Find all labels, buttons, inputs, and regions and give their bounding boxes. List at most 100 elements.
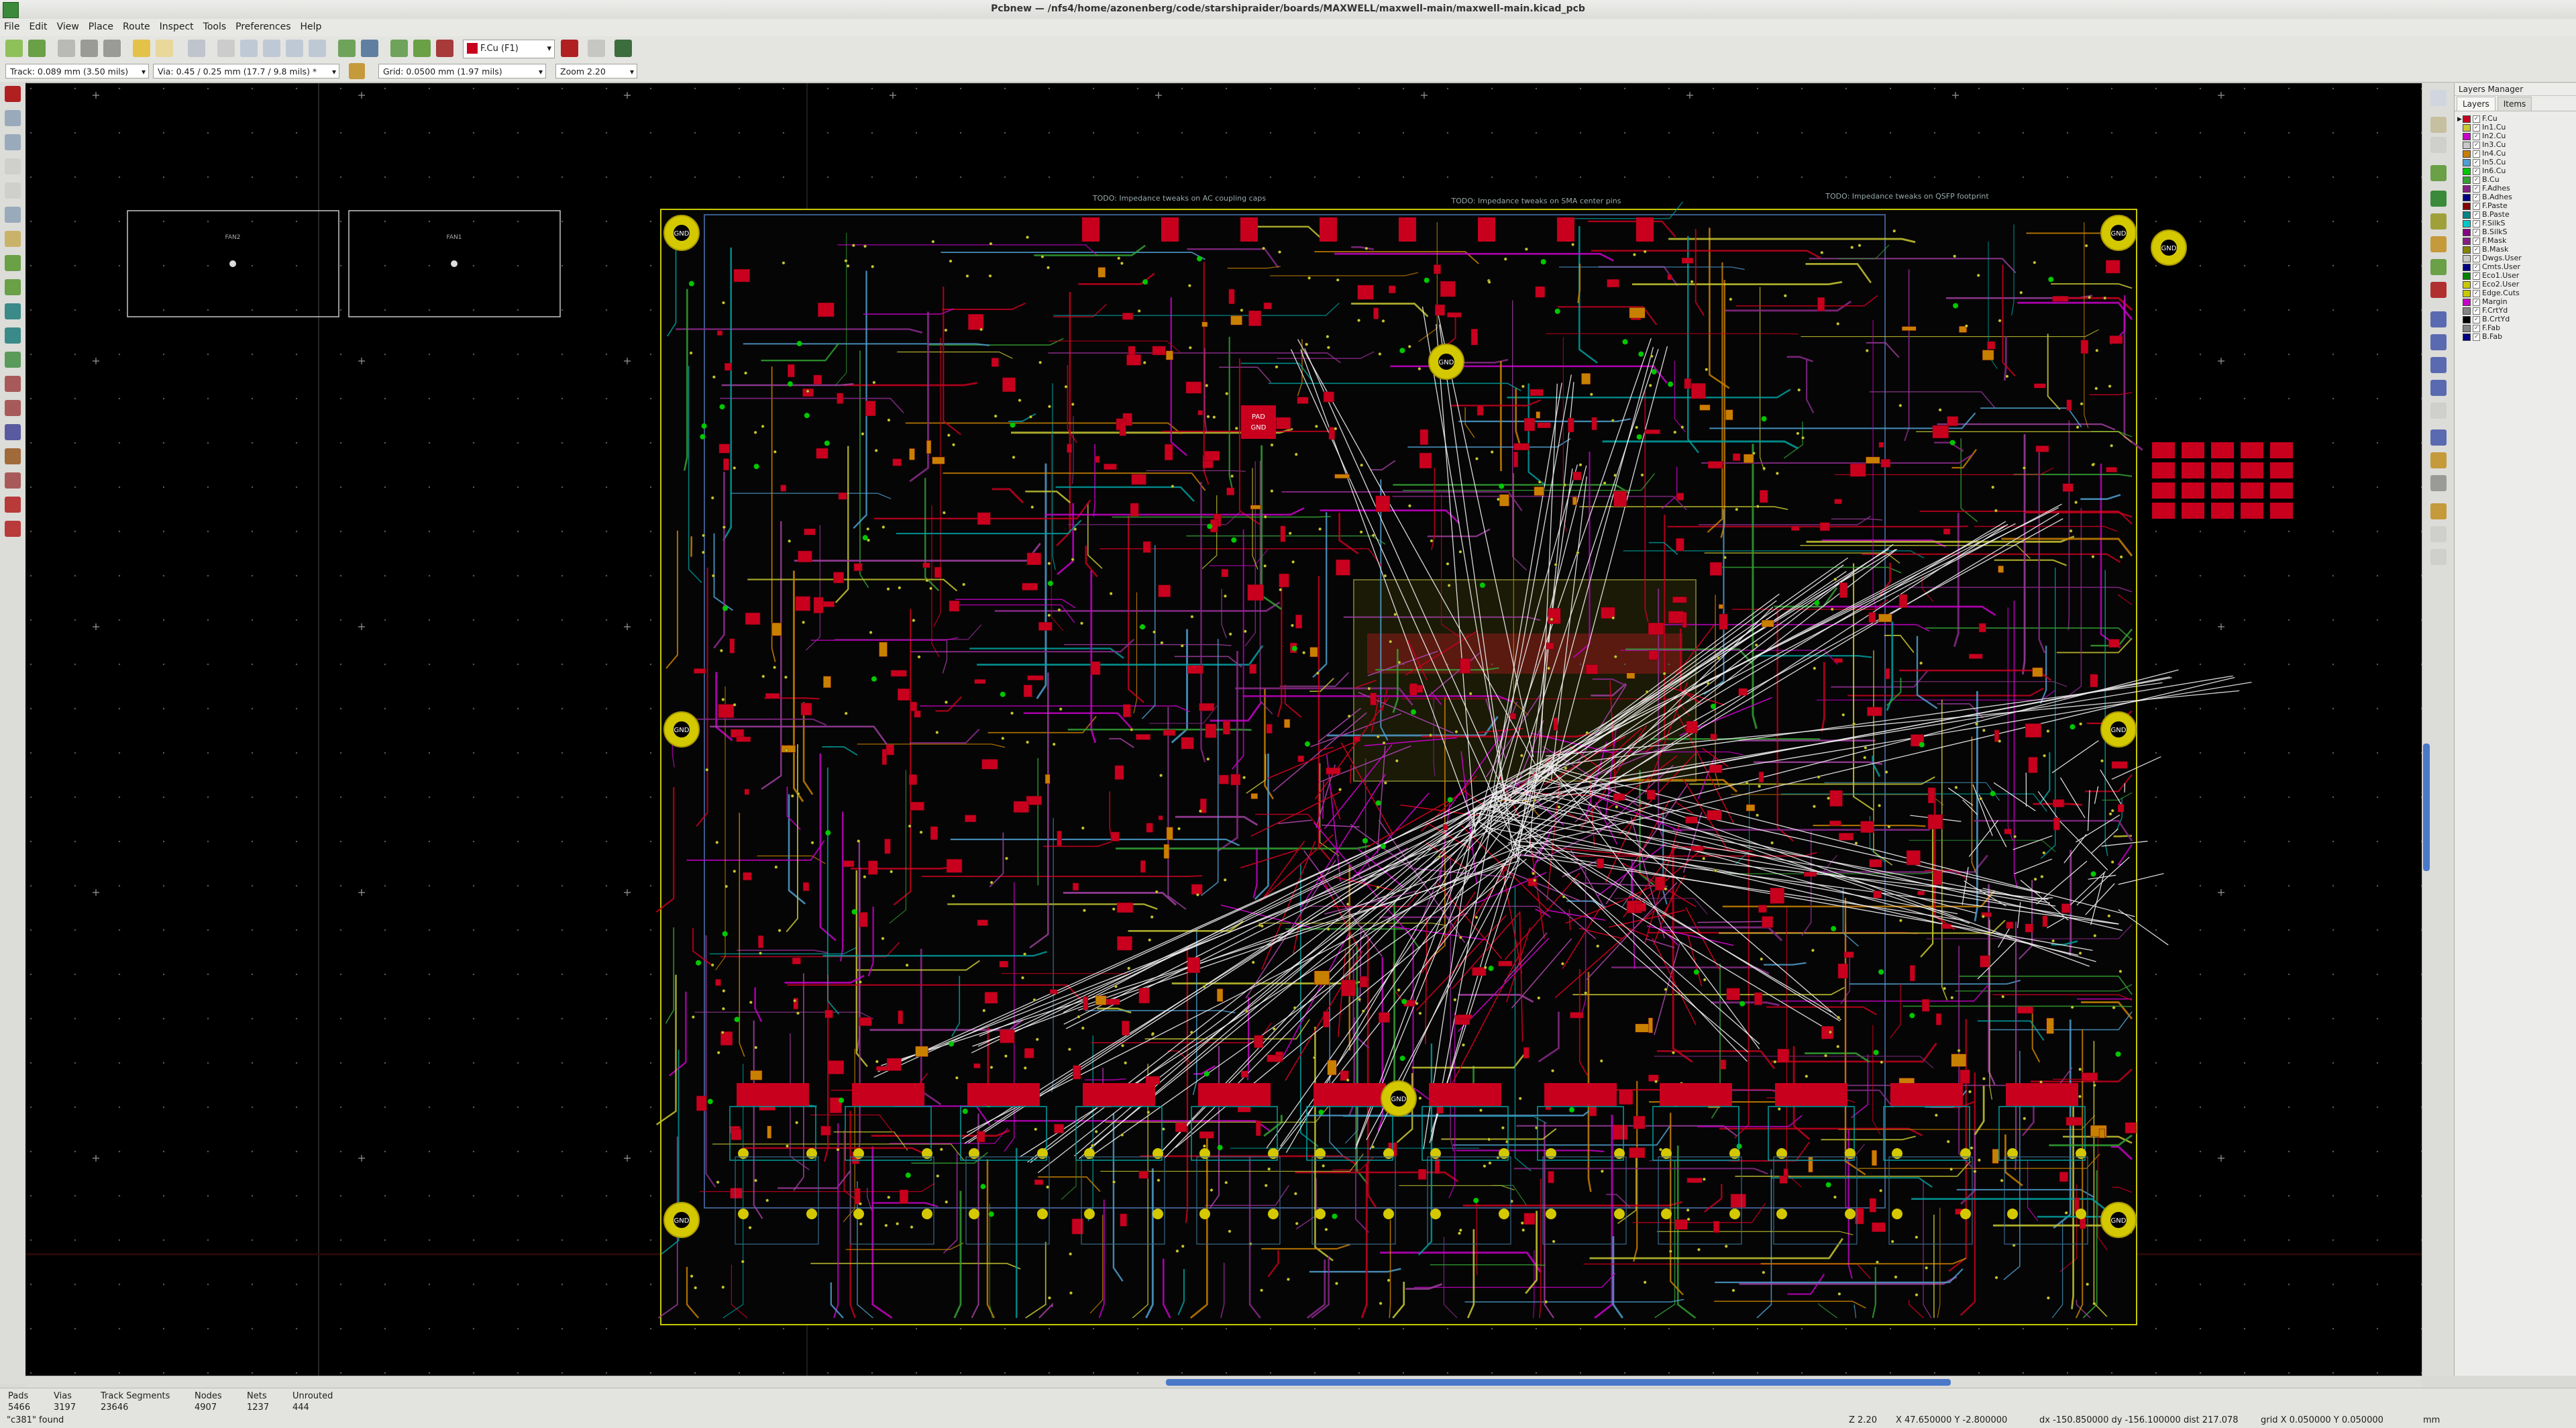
smd-pad[interactable] — [898, 1011, 903, 1024]
smd-pad[interactable] — [1358, 285, 1373, 299]
via[interactable] — [2047, 729, 2049, 732]
measure-tool-icon[interactable] — [2430, 549, 2447, 565]
smd-pad[interactable] — [1708, 462, 1723, 468]
via[interactable] — [910, 1225, 913, 1228]
smd-pad[interactable] — [792, 958, 800, 964]
via[interactable] — [1171, 485, 1174, 488]
via[interactable] — [1265, 1184, 1267, 1186]
via[interactable] — [1048, 1296, 1051, 1299]
smd-pad[interactable] — [1083, 997, 1088, 1010]
pad-sketch-icon[interactable] — [5, 303, 21, 319]
test-point[interactable] — [2115, 1052, 2121, 1057]
via[interactable] — [1885, 770, 1888, 773]
smd-pad[interactable] — [814, 597, 823, 613]
via[interactable] — [1150, 915, 1153, 918]
smd-pad[interactable] — [2061, 904, 2070, 913]
via[interactable] — [1110, 592, 1112, 595]
via[interactable] — [788, 540, 791, 542]
via[interactable] — [1384, 574, 1387, 577]
via[interactable] — [867, 539, 869, 542]
smd-pad[interactable] — [1181, 737, 1193, 750]
smd-pad[interactable] — [1175, 1123, 1187, 1132]
via[interactable] — [1805, 1075, 1808, 1078]
via[interactable] — [1010, 712, 1013, 715]
via[interactable] — [920, 831, 922, 833]
via[interactable] — [2013, 835, 2016, 838]
smd-pad[interactable] — [1379, 1013, 1389, 1023]
via[interactable] — [940, 1148, 943, 1151]
smd-pad[interactable] — [1684, 378, 1691, 389]
tab-layers[interactable]: Layers — [2457, 97, 2496, 111]
via[interactable] — [1596, 945, 1599, 948]
smd-pad[interactable] — [1128, 346, 1135, 356]
test-pad[interactable] — [2182, 442, 2204, 458]
via[interactable] — [1395, 760, 1398, 762]
smd-pad[interactable] — [837, 393, 843, 404]
smd-pad[interactable] — [1117, 903, 1133, 913]
smd-pad[interactable] — [1164, 844, 1169, 858]
via[interactable] — [2034, 878, 2037, 880]
via[interactable] — [749, 1226, 751, 1229]
sma-ground-pin[interactable] — [1960, 1209, 1971, 1219]
smd-pad[interactable] — [796, 597, 810, 611]
via[interactable] — [1829, 1031, 1831, 1033]
smd-pad[interactable] — [1922, 999, 1929, 1011]
via[interactable] — [1564, 767, 1567, 770]
smd-pad[interactable] — [1098, 267, 1106, 277]
smd-pad[interactable] — [1536, 411, 1540, 418]
smd-pad[interactable] — [1933, 425, 1949, 438]
track-width-select[interactable]: Track: 0.089 mm (3.50 mils) — [5, 64, 149, 79]
via[interactable] — [1982, 915, 1984, 918]
via[interactable] — [1155, 890, 1158, 893]
smd-pad[interactable] — [1886, 668, 1890, 678]
via[interactable] — [945, 701, 947, 703]
via[interactable] — [1120, 262, 1123, 264]
smd-pad[interactable] — [719, 444, 730, 454]
via[interactable] — [1068, 1048, 1071, 1051]
via[interactable] — [1878, 804, 1880, 807]
via[interactable] — [1379, 1302, 1382, 1305]
smd-pad[interactable] — [1719, 614, 1727, 629]
via[interactable] — [1181, 1245, 1184, 1247]
layer-row[interactable]: ✓B.Mask — [2455, 245, 2576, 254]
smd-pad[interactable] — [1731, 1194, 1746, 1207]
menu-place[interactable]: Place — [85, 19, 119, 32]
via[interactable] — [1273, 1027, 1275, 1030]
smd-pad[interactable] — [991, 358, 999, 366]
via[interactable] — [845, 259, 847, 262]
smd-pad[interactable] — [1548, 1171, 1554, 1182]
smd-pad[interactable] — [1297, 397, 1308, 404]
via[interactable] — [2002, 995, 2004, 998]
smd-pad[interactable] — [968, 314, 983, 329]
via[interactable] — [1571, 243, 1574, 246]
smd-pad[interactable] — [1435, 1159, 1440, 1174]
layer-visibility-checkbox[interactable]: ✓ — [2473, 307, 2480, 315]
smd-pad[interactable] — [1434, 264, 1440, 274]
via[interactable] — [1547, 667, 1550, 670]
via[interactable] — [1697, 1248, 1700, 1251]
via[interactable] — [1615, 805, 1618, 808]
via[interactable] — [1196, 893, 1199, 896]
cursor-shape-icon[interactable] — [5, 207, 21, 223]
via[interactable] — [1998, 740, 2001, 742]
smd-pad[interactable] — [1238, 1107, 1250, 1112]
via[interactable] — [1975, 723, 1978, 725]
via[interactable] — [1053, 743, 1055, 746]
sma-pad[interactable] — [1240, 217, 1258, 242]
draw-arc-icon[interactable] — [2430, 357, 2447, 373]
layer-row[interactable]: ✓F.Mask — [2455, 236, 2576, 245]
via[interactable] — [1982, 729, 1985, 731]
via[interactable] — [1497, 498, 1499, 501]
via[interactable] — [1387, 1279, 1390, 1282]
layer-pair-icon[interactable] — [561, 40, 578, 57]
layer-color-swatch[interactable] — [2463, 133, 2471, 140]
layer-color-swatch[interactable] — [2463, 290, 2471, 297]
sma-ground-pin[interactable] — [1383, 1209, 1394, 1219]
test-point[interactable] — [1411, 709, 1416, 715]
test-point[interactable] — [1499, 484, 1504, 489]
smd-pad[interactable] — [1834, 658, 1842, 662]
layer-visibility-checkbox[interactable]: ✓ — [2473, 299, 2480, 306]
sma-ground-pin[interactable] — [738, 1209, 749, 1219]
via[interactable] — [1834, 578, 1837, 580]
via[interactable] — [1240, 309, 1243, 311]
